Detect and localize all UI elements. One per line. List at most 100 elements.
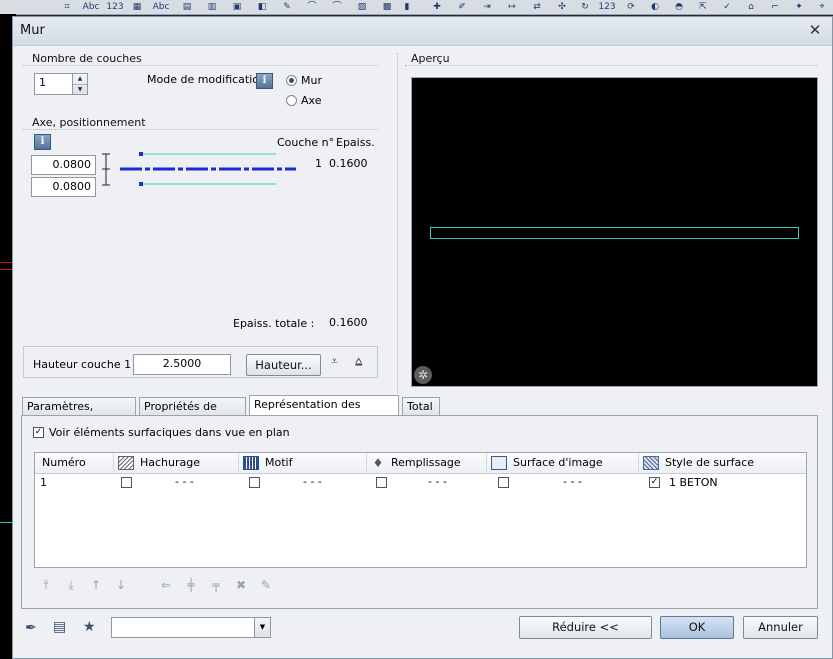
preview-wall-outline [430,227,799,239]
tool-icon: ⌒ [307,2,317,12]
favorites-combo[interactable] [111,617,256,638]
insert-before-icon[interactable]: ⇐ [158,578,174,592]
column-separator [397,53,399,393]
text-abc-icon: Abc [152,2,170,12]
header-motif[interactable]: Motif [238,453,366,473]
col-thickness-header: Epaiss. [336,136,375,149]
align-bottom-icon[interactable]: ⩡ [331,354,338,369]
move-to-top-icon[interactable]: ⤒ [38,578,54,592]
tool-icon: ✐ [458,2,466,12]
tool-icon: ▦ [132,2,142,12]
move-to-bottom-icon[interactable]: ⤓ [63,578,79,592]
delete-icon[interactable]: ✖ [233,578,249,592]
combo-dropdown-icon[interactable]: ▼ [254,617,271,638]
style-value: 1 BETON [669,476,718,489]
tool-icon: ↦ [508,2,516,12]
title-bar: Mur ✕ [13,17,832,46]
layer-row-thickness: 0.1600 [329,157,368,170]
insert-icon[interactable]: ╪ [183,578,199,592]
cancel-button[interactable]: Annuler [743,616,818,639]
row-number: 1 [40,476,47,489]
tool-icon: ▤ [182,2,192,12]
save-favorite-icon[interactable]: ★ [83,619,96,635]
tool-icon: ◐ [651,2,659,12]
preview-label: Aperçu [409,52,452,65]
radio-mur-label: Mur [301,74,322,87]
tool-icon: ⌂ [748,2,754,12]
header-remplissage[interactable]: ♦ Remplissage [366,453,486,473]
move-down-icon[interactable]: ↓ [113,578,129,592]
header-style-surface[interactable]: Style de surface [638,453,778,473]
spin-up-icon[interactable]: ▲ [73,74,87,85]
height-label: Hauteur couche 1 : [33,358,139,371]
image-checkbox[interactable] [498,477,509,488]
tool-icon: ✦ [795,2,803,12]
tab-surface-representation[interactable]: Représentation des surfaces [249,395,399,429]
show-surfaces-checkbox[interactable]: ✓ [33,427,44,438]
hatch-checkbox[interactable] [121,477,132,488]
spin-down-icon[interactable]: ▼ [73,85,87,95]
radio-axe[interactable] [286,95,297,106]
wall-dialog: Mur ✕ Nombre de couches 1 ▲ ▼ Mode de mo… [12,16,833,659]
height-input[interactable]: 2.5000 [133,354,231,375]
image-icon [491,456,507,470]
move-up-icon[interactable]: ↑ [88,578,104,592]
tool-icon: ⌐ [771,2,779,12]
tool-icon: ▥ [207,2,217,12]
ok-button[interactable]: OK [660,616,734,639]
reduce-button[interactable]: Réduire << [519,616,652,639]
tool-icon: ⌖ [819,2,825,12]
tab-parameters[interactable]: Paramètres, attributs [22,397,136,431]
tab-total[interactable]: Total [402,397,440,416]
axis-layer-diagram [102,152,296,186]
header-surface-image[interactable]: Surface d'image [486,453,638,473]
align-top-icon[interactable]: ⩠ [355,354,362,369]
preview-canvas[interactable]: ✲ [411,77,818,387]
hatch-icon [118,456,134,470]
tab-format-properties[interactable]: Propriétés de format [139,397,246,431]
pattern-checkbox[interactable] [249,477,260,488]
pattern-value: - - - [303,475,322,488]
fill-bucket-icon: ♦ [372,456,384,470]
tool-icon: ⇄ [533,2,541,12]
axis-offset-top-input[interactable]: 0.0800 [31,155,96,175]
show-surfaces-label: Voir éléments surfaciques dans vue en pl… [49,426,290,439]
tool-icon: ✎ [283,2,291,12]
text-abc-icon: Abc [82,2,100,12]
tool-icon: ✣ [558,2,566,12]
view-navigation-icon[interactable]: ✲ [414,366,432,384]
edit-icon[interactable]: ✎ [258,578,274,592]
fill-checkbox[interactable] [376,477,387,488]
eyedropper-icon[interactable]: ✒ [25,620,37,636]
axis-offset-bottom-input[interactable]: 0.0800 [31,177,96,197]
tool-icon: ◧ [257,2,267,12]
radio-mur[interactable] [286,75,297,86]
close-icon[interactable]: ✕ [806,21,824,39]
tool-icon: ⇥ [483,2,491,12]
layer-row-number: 1 [315,157,322,170]
style-checkbox[interactable]: ✓ [649,477,660,488]
pattern-icon [243,456,259,470]
header-hachurage[interactable]: Hachurage [113,453,238,473]
col-layer-number-header: Couche n° [277,136,335,149]
info-icon[interactable]: i [34,134,51,150]
background-toolbar: ⌗ Abc 123 ▦ Abc ▤ ▥ ▣ ◧ ✎ ⌒ ⌒ ▨ ▩ ▮ ✚ ✐ … [0,0,833,15]
header-numero[interactable]: Numéro [38,453,113,473]
fill-value: - - - [428,475,447,488]
tool-icon: ▮ [404,2,410,12]
layers-count-spinner[interactable]: ▲ ▼ [72,73,88,95]
surface-style-icon [643,456,659,470]
table-row[interactable]: 1 - - - - - - - - - - - - ✓ 1 BETON [35,474,806,490]
insert-after-icon[interactable]: ╤ [208,578,224,592]
axis-group [23,129,378,131]
modification-mode-label: Mode de modification [147,73,266,86]
image-value: - - - [563,475,582,488]
height-button[interactable]: Hauteur... [246,354,321,376]
surfaces-table: Numéro Hachurage Motif ♦ Remplissage Surf… [34,452,807,568]
open-favorite-icon[interactable]: ▤ [53,619,66,635]
info-icon[interactable]: i [256,73,273,89]
tool-icon: ▣ [232,2,242,12]
tool-icon: ⇱ [699,2,707,12]
total-thickness-label: Epaiss. totale : [233,317,315,330]
layers-group [23,65,378,67]
